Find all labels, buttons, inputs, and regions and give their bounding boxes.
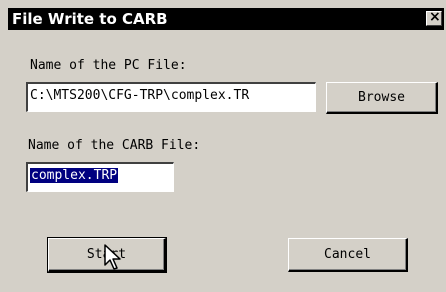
- close-icon: ×: [429, 9, 441, 25]
- mouse-cursor-icon: [104, 244, 121, 270]
- close-button[interactable]: ×: [426, 9, 442, 26]
- pc-file-input[interactable]: C:\MTS200\CFG-TRP\complex.TR: [26, 82, 316, 112]
- browse-button-label: Browse: [358, 90, 405, 105]
- carb-file-value: complex.TRP: [30, 168, 119, 183]
- pc-file-value: C:\MTS200\CFG-TRP\complex.TR: [30, 88, 250, 103]
- file-write-dialog: File Write to CARB × Name of the PC File…: [0, 0, 446, 292]
- cancel-button[interactable]: Cancel: [288, 238, 408, 272]
- carb-file-input[interactable]: complex.TRP: [26, 162, 174, 192]
- title-bar[interactable]: File Write to CARB ×: [8, 8, 444, 30]
- carb-file-label: Name of the CARB File:: [28, 138, 201, 153]
- pc-file-label: Name of the PC File:: [30, 58, 187, 73]
- cancel-button-label: Cancel: [324, 247, 371, 262]
- dialog-title: File Write to CARB: [12, 10, 168, 28]
- browse-button[interactable]: Browse: [326, 82, 438, 114]
